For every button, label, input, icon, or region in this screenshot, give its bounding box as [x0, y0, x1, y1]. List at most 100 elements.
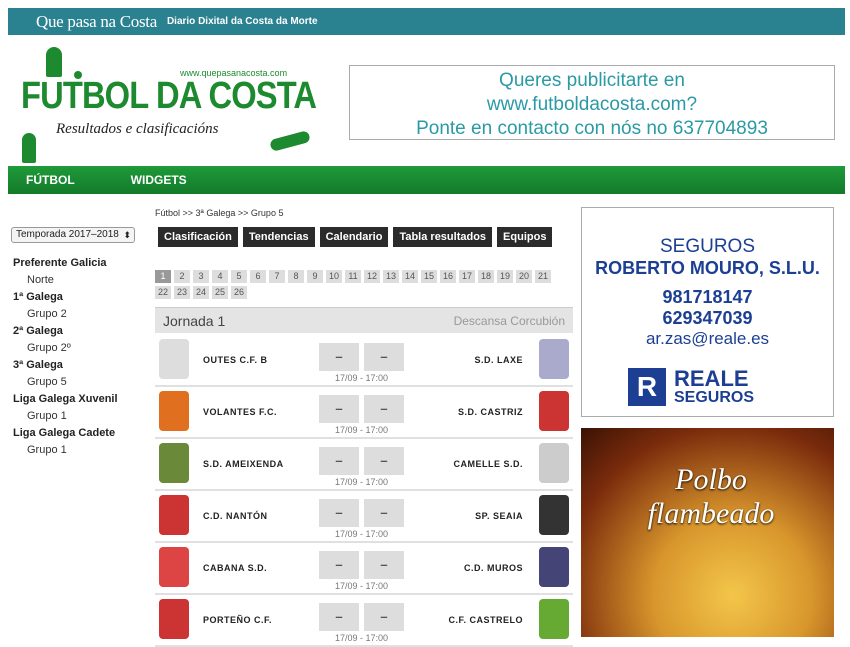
home-team[interactable]: CABANA S.D. — [203, 563, 267, 573]
page-button[interactable]: 25 — [212, 286, 228, 299]
home-crest-icon — [159, 495, 189, 535]
page-button[interactable]: 20 — [516, 270, 532, 283]
page-button[interactable]: 17 — [459, 270, 475, 283]
page-button[interactable]: 16 — [440, 270, 456, 283]
away-score: – — [364, 499, 404, 527]
site-tagline: Diario Dixital da Costa da Morte — [166, 16, 318, 27]
sidebar-category[interactable]: 2ª Galega — [13, 325, 118, 337]
ad-seguros-line1: SEGUROS — [659, 236, 756, 257]
brand-title: FUTBOL DA COSTA — [21, 75, 317, 117]
away-team[interactable]: SP. SEAIA — [475, 511, 523, 521]
sidebar-category[interactable]: 3ª Galega — [13, 359, 118, 371]
sidebar-category[interactable]: Preferente Galicia — [13, 257, 118, 269]
sidebar-item[interactable]: Grupo 2º — [27, 342, 118, 354]
page-button[interactable]: 5 — [231, 270, 247, 283]
page-button[interactable]: 6 — [250, 270, 266, 283]
match-time: 17/09 - 17:00 — [334, 633, 389, 643]
home-team[interactable]: C.D. NANTÓN — [203, 511, 268, 521]
sidebar-category[interactable]: 1ª Galega — [13, 291, 118, 303]
breadcrumb: Fútbol >> 3ª Galega >> Grupo 5 — [155, 208, 283, 218]
ad-line3: Ponte en contacto con nós no 637704893 — [416, 118, 768, 139]
away-team[interactable]: C.D. MUROS — [464, 563, 523, 573]
reale-logo: R REALE SEGUROS — [628, 368, 754, 406]
page-button[interactable]: 11 — [345, 270, 361, 283]
page-button[interactable]: 4 — [212, 270, 228, 283]
away-score: – — [364, 395, 404, 423]
tab-tabla-resultados[interactable]: Tabla resultados — [393, 227, 493, 247]
sidebar-category[interactable]: Liga Galega Cadete — [13, 427, 118, 439]
page-button[interactable]: 15 — [421, 270, 437, 283]
sidebar-item[interactable]: Grupo 5 — [27, 376, 118, 388]
page-button[interactable]: 2 — [174, 270, 190, 283]
jornada-rest: Descansa Corcubión — [453, 313, 565, 328]
match-time: 17/09 - 17:00 — [334, 425, 389, 435]
page-button[interactable]: 21 — [535, 270, 551, 283]
main-nav: FÚTBOL WIDGETS — [8, 166, 845, 194]
home-team[interactable]: OUTES C.F. B — [203, 355, 268, 365]
page-button[interactable]: 14 — [402, 270, 418, 283]
page-button[interactable]: 10 — [326, 270, 342, 283]
home-team[interactable]: S.D. AMEIXENDA — [203, 459, 284, 469]
page-button[interactable]: 22 — [155, 286, 171, 299]
match-row[interactable]: VOLANTES F.C. – – 17/09 - 17:00 S.D. CASTRIZ — [155, 387, 573, 439]
page-button[interactable]: 9 — [307, 270, 323, 283]
nav-item-futbol[interactable]: FÚTBOL — [26, 173, 75, 187]
ad-polbo-line1: Polbo — [675, 463, 747, 496]
page-button[interactable]: 1 — [155, 270, 171, 283]
page-button[interactable]: 26 — [231, 286, 247, 299]
home-team[interactable]: PORTEÑO C.F. — [203, 615, 272, 625]
page-button[interactable]: 12 — [364, 270, 380, 283]
jornada-pagination: 1 2 3 4 5 6 7 8 9 10 11 12 13 14 15 16 17 18 19 20 21 22 23 24 2… — [155, 270, 560, 302]
match-row[interactable]: S.D. AMEIXENDA – – 17/09 - 17:00 CAMELLE S.D… — [155, 439, 573, 491]
sidebar-item[interactable]: Norte — [27, 274, 118, 286]
page-button[interactable]: 7 — [269, 270, 285, 283]
sidebar-item[interactable]: Grupo 1 — [27, 410, 118, 422]
breadcrumb-item[interactable]: Fútbol — [155, 208, 180, 218]
match-row[interactable]: CABANA S.D. – – 17/09 - 17:00 C.D. MUROS — [155, 543, 573, 595]
tabs: Clasificación Tendencias Calendario Tabl… — [158, 227, 557, 247]
sidebar-category[interactable]: Liga Galega Xuvenil — [13, 393, 118, 405]
page-button[interactable]: 24 — [193, 286, 209, 299]
tab-calendario[interactable]: Calendario — [319, 227, 389, 247]
season-select[interactable]: Temporada 2017–2018 — [11, 227, 135, 243]
away-crest-icon — [539, 443, 569, 483]
page-button[interactable]: 13 — [383, 270, 399, 283]
away-team[interactable]: CAMELLE S.D. — [453, 459, 523, 469]
match-row[interactable]: PORTEÑO C.F. – – 17/09 - 17:00 C.F. CASTRELO — [155, 595, 573, 647]
match-time: 17/09 - 17:00 — [334, 373, 389, 383]
breadcrumb-item[interactable]: >> Grupo 5 — [238, 208, 284, 218]
tab-equipos[interactable]: Equipos — [497, 227, 553, 247]
nav-item-widgets[interactable]: WIDGETS — [131, 173, 187, 187]
match-time: 17/09 - 17:00 — [334, 581, 389, 591]
site-logo[interactable]: Que pasa na Costa — [36, 12, 157, 32]
page-button[interactable]: 19 — [497, 270, 513, 283]
home-score: – — [319, 603, 359, 631]
home-crest-icon — [159, 599, 189, 639]
home-score: – — [319, 343, 359, 371]
page-button[interactable]: 18 — [478, 270, 494, 283]
sidebar-item[interactable]: Grupo 1 — [27, 444, 118, 456]
ad-banner-top[interactable]: Queres publicitarte en www.futboldacosta… — [349, 65, 835, 140]
away-team[interactable]: C.F. CASTRELO — [448, 615, 523, 625]
away-team[interactable]: S.D. CASTRIZ — [458, 407, 523, 417]
tab-clasificacion[interactable]: Clasificación — [158, 227, 238, 247]
match-row[interactable]: OUTES C.F. B – – 17/09 - 17:00 S.D. LAXE — [155, 335, 573, 387]
jornada-title: Jornada 1 — [163, 312, 226, 329]
ad-polbo[interactable]: Polbo flambeado — [581, 428, 834, 637]
page-button[interactable]: 23 — [174, 286, 190, 299]
home-crest-icon — [159, 391, 189, 431]
reale-name: REALE — [674, 366, 749, 391]
match-row[interactable]: C.D. NANTÓN – – 17/09 - 17:00 SP. SEAIA — [155, 491, 573, 543]
home-score: – — [319, 499, 359, 527]
home-team[interactable]: VOLANTES F.C. — [203, 407, 277, 417]
ad-seguros-line2: ROBERTO MOURO, S.L.U. — [595, 258, 820, 278]
breadcrumb-item[interactable]: >> 3ª Galega — [183, 208, 236, 218]
page-button[interactable]: 8 — [288, 270, 304, 283]
sidebar-item[interactable]: Grupo 2 — [27, 308, 118, 320]
ad-seguros[interactable]: SEGUROS ROBERTO MOURO, S.L.U. 981718147 … — [581, 207, 834, 417]
away-team[interactable]: S.D. LAXE — [474, 355, 523, 365]
ad-seguros-email: ar.zas@reale.es — [645, 329, 770, 348]
away-crest-icon — [539, 599, 569, 639]
tab-tendencias[interactable]: Tendencias — [242, 227, 315, 247]
page-button[interactable]: 3 — [193, 270, 209, 283]
